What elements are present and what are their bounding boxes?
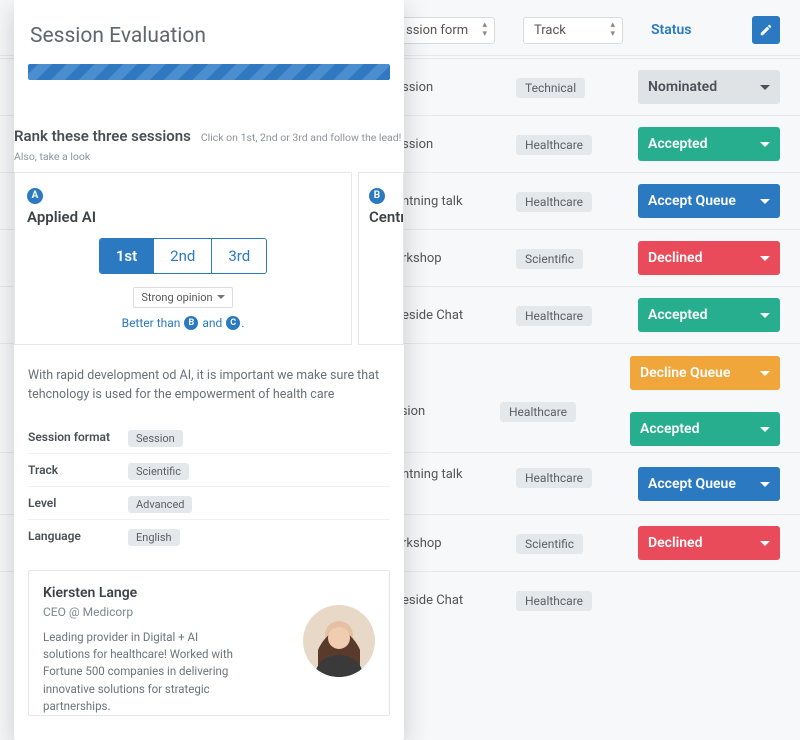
chevron-down-icon (760, 313, 770, 318)
chevron-down-icon (760, 541, 770, 546)
progress-bar (28, 64, 390, 80)
row-track: Technical (516, 77, 626, 98)
panel-title: Session Evaluation (14, 0, 404, 64)
chevron-down-icon (760, 256, 770, 261)
meta-tag: Advanced (128, 496, 192, 513)
edit-columns-button[interactable] (752, 16, 780, 44)
session-meta: Session formatSession TrackScientific Le… (14, 421, 404, 552)
rank-2nd-button[interactable]: 2nd (154, 239, 212, 273)
track-filter[interactable]: Track ▴▾ (523, 17, 623, 44)
option-a-title: Applied AI (27, 208, 339, 226)
chevron-down-icon (760, 199, 770, 204)
rank-button-group: 1st 2nd 3rd (99, 238, 267, 274)
option-b-title: Central (369, 208, 393, 226)
speaker-card: Kiersten Lange CEO @ Medicorp Leading pr… (28, 570, 390, 716)
rank-1st-button[interactable]: 1st (100, 239, 154, 273)
meta-tag: Session (128, 430, 183, 447)
chevron-down-icon (760, 427, 770, 432)
opinion-label: Strong opinion (141, 291, 212, 304)
track-tag: Healthcare (516, 135, 592, 155)
row-format: rkshop (402, 536, 504, 551)
opinion-select[interactable]: Strong opinion (133, 287, 232, 308)
speaker-name: Kiersten Lange (43, 585, 375, 601)
row-format: ntning talk (402, 194, 504, 209)
track-tag: Scientific (516, 534, 583, 554)
session-form-filter[interactable]: ssion form ▴▾ (395, 17, 495, 44)
meta-tag: Scientific (128, 463, 189, 480)
chevron-down-icon (760, 371, 770, 376)
session-form-filter-label: ssion form (406, 23, 468, 38)
badge-c-icon: C (226, 316, 240, 330)
status-dropdown[interactable]: Accepted (630, 412, 780, 446)
row-format: ssion (402, 80, 504, 95)
track-tag: Healthcare (500, 402, 576, 422)
chevron-down-icon (760, 85, 770, 90)
meta-key: Session format (28, 430, 128, 444)
status-dropdown[interactable]: Accept Queue (638, 467, 780, 501)
badge-a-icon: A (27, 188, 43, 204)
avatar (303, 605, 375, 677)
track-tag: Healthcare (516, 591, 592, 611)
track-tag: Scientific (516, 249, 583, 269)
status-dropdown[interactable]: Accepted (638, 298, 780, 332)
chevron-down-icon (760, 482, 770, 487)
chevron-updown-icon: ▴▾ (610, 21, 615, 39)
rank-card-a: A Applied AI 1st 2nd 3rd Strong opinion … (14, 172, 352, 345)
track-tag: Healthcare (516, 468, 592, 488)
status-dropdown[interactable]: Accept Queue (638, 184, 780, 218)
meta-key: Language (28, 529, 128, 543)
track-tag: Healthcare (516, 192, 592, 212)
status-dropdown[interactable]: Accepted (638, 127, 780, 161)
track-tag: Healthcare (516, 306, 592, 326)
rank-card-b[interactable]: B Central (358, 172, 404, 345)
meta-key: Track (28, 463, 128, 477)
badge-b-icon: B (369, 188, 385, 204)
status-dropdown[interactable]: Declined (638, 241, 780, 275)
status-dropdown[interactable]: Declined (638, 526, 780, 560)
session-description: With rapid development od AI, it is impo… (14, 345, 404, 421)
session-evaluation-panel: Session Evaluation Rank these three sess… (14, 0, 404, 740)
row-format: rkshop (402, 251, 504, 266)
row-format: ntning talk (402, 467, 504, 482)
meta-key: Level (28, 496, 128, 510)
row-format: eside Chat (402, 308, 504, 323)
chevron-down-icon (217, 295, 225, 299)
track-filter-label: Track (534, 23, 566, 38)
pencil-icon (759, 23, 773, 37)
chevron-down-icon (760, 142, 770, 147)
rank-3rd-button[interactable]: 3rd (212, 239, 266, 273)
status-dropdown[interactable]: Decline Queue (630, 356, 780, 390)
chevron-updown-icon: ▴▾ (482, 21, 487, 39)
rank-instructions: Rank these three sessions Click on 1st, … (14, 98, 418, 172)
better-than-text: Better than B and C. (27, 316, 339, 331)
avatar-icon (303, 605, 375, 677)
row-format: ssion (394, 404, 496, 419)
status-dropdown[interactable]: Nominated (638, 70, 780, 104)
rank-options: A Applied AI 1st 2nd 3rd Strong opinion … (14, 172, 404, 345)
rank-heading: Rank these three sessions (14, 127, 191, 145)
status-column-header[interactable]: Status (651, 22, 691, 38)
row-format: eside Chat (402, 593, 504, 608)
track-tag: Technical (516, 78, 585, 98)
speaker-bio: Leading provider in Digital + AI solutio… (43, 629, 243, 715)
badge-b-icon: B (184, 316, 198, 330)
meta-tag: English (128, 529, 180, 546)
